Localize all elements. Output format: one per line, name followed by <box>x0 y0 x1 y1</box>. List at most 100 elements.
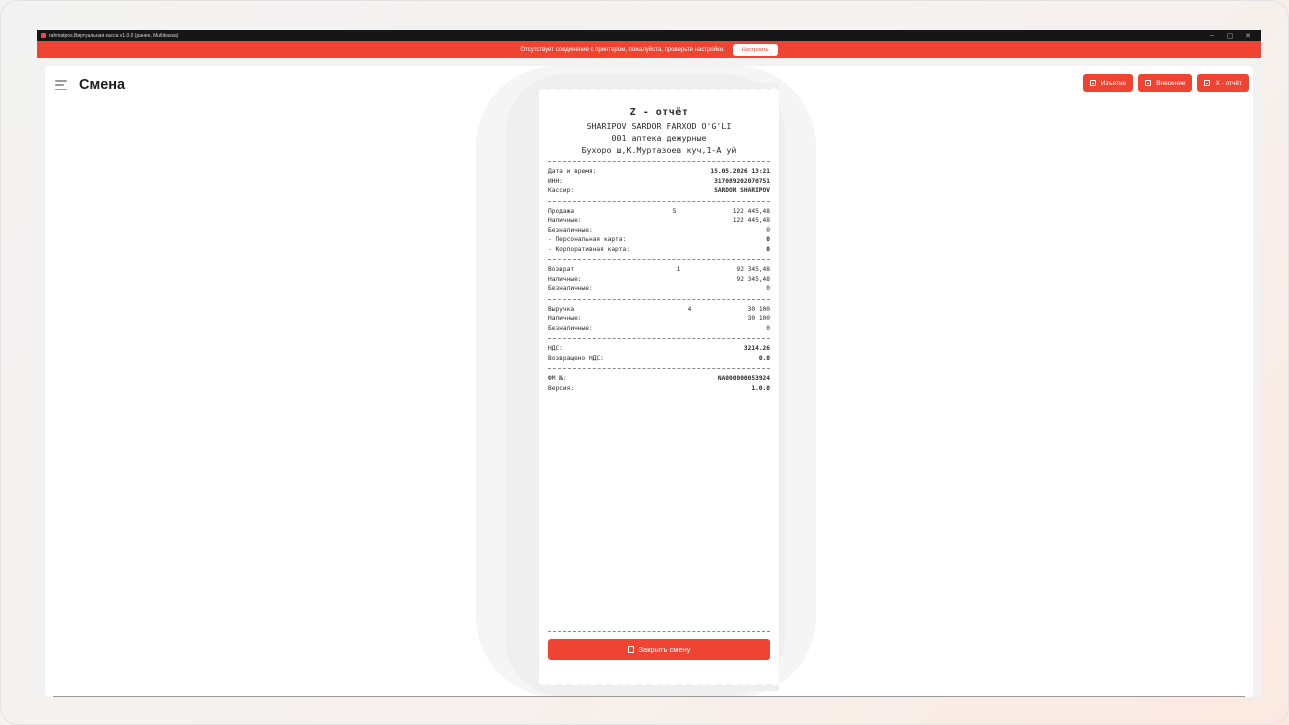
row-label: Дата и время: <box>548 168 597 175</box>
row-value: 317089202070751 <box>714 177 770 185</box>
receipt-row: Безналичные: 0 <box>539 284 779 294</box>
row-value: 122 445,48 <box>732 207 770 215</box>
receipt-zigzag-bottom <box>539 684 779 691</box>
row-label: Безналичные: <box>548 226 593 234</box>
row-label: Выручка <box>548 305 575 313</box>
window-titlebar: rahmatpos.Виртуальная касса v1.0.0 (ране… <box>37 30 1261 41</box>
row-value: 0 <box>766 236 770 243</box>
row-label: Возврат <box>548 266 575 273</box>
page-title: Смена <box>79 77 126 93</box>
row-value: 30 100 <box>747 315 770 322</box>
receipt-row: НДС: 3214.26 <box>539 344 779 354</box>
row-value: 3214.26 <box>743 345 770 352</box>
receipt-row: Возвращено НДС: 0.0 <box>539 354 779 364</box>
receipt-zigzag-top <box>539 83 779 90</box>
receipt-divider <box>548 631 770 632</box>
receipt-row: Продажа 5 122 445,48 <box>539 207 779 217</box>
cash-icon <box>1145 80 1152 86</box>
x-report-button[interactable]: X - отчёт <box>1197 74 1249 92</box>
receipt-row: Выручка 4 30 100 <box>539 305 779 315</box>
receipt-row: ИНН: 317089202070751 <box>539 177 779 187</box>
report-icon <box>1204 80 1211 86</box>
withdrawal-button[interactable]: Изъятие <box>1082 74 1134 92</box>
row-label: Наличные: <box>548 217 582 224</box>
cash-icon <box>1089 80 1096 86</box>
row-label: Версия: <box>548 384 575 392</box>
close-icon[interactable]: ✕ <box>1239 32 1257 40</box>
receipt-row: - Корпоративная карта: 0 <box>539 245 779 255</box>
receipt-row: Кассир: SARDOR SHARIPOV <box>539 186 779 196</box>
row-count: 4 <box>687 305 692 313</box>
app-icon <box>41 33 46 38</box>
receipt-divider <box>548 298 770 300</box>
receipt-divider <box>548 368 770 369</box>
row-label: Кассир: <box>548 187 575 194</box>
minimize-icon[interactable]: – <box>1203 32 1221 39</box>
row-label: Продажа <box>548 207 575 215</box>
deposit-label: Внесение <box>1156 79 1186 87</box>
receipt-owner: SHARIPOV SARDOR FARXOD O'G'LI <box>586 121 732 131</box>
row-label: - Персональная карта: <box>548 236 627 243</box>
close-shift-button[interactable]: Закрыть смену <box>548 639 770 660</box>
receipt-title: Z - отчёт <box>629 107 689 118</box>
row-value: SARDOR SHARIPOV <box>714 187 770 194</box>
receipt-row: Дата и время: 15.05.2026 13:21 <box>539 167 779 177</box>
receipt-row: Возврат 1 92 345,48 <box>539 265 779 275</box>
receipt-icon <box>627 646 634 653</box>
window-title: rahmatpos.Виртуальная касса v1.0.0 (ране… <box>49 32 179 39</box>
row-value: 15.05.2026 13:21 <box>710 168 770 175</box>
receipt-row: Безналичные: 0 <box>539 324 779 334</box>
receipt-row: Безналичные: 0 <box>539 226 779 236</box>
printer-alert-bar: Отсутствует соединение с принтером, пожа… <box>37 41 1261 58</box>
receipt-row: - Персональная карта: 0 <box>539 235 779 245</box>
receipt-store: 001 аптека дежурные <box>611 133 707 143</box>
row-label: Возвращено НДС: <box>548 354 604 362</box>
alert-message: Отсутствует соединение с принтером, пожа… <box>520 46 725 53</box>
row-value: 0 <box>766 245 770 253</box>
close-shift-label: Закрыть смену <box>638 645 691 654</box>
receipt-divider <box>548 338 770 339</box>
row-label: - Корпоративная карта: <box>548 245 630 253</box>
hamburger-menu-icon[interactable] <box>55 80 67 90</box>
withdrawal-label: Изъятие <box>1100 79 1127 87</box>
z-report-receipt: Z - отчёт SHARIPOV SARDOR FARXOD O'G'LI … <box>539 83 779 691</box>
row-label: Наличные: <box>548 275 582 283</box>
main-content: Смена Изъятие Внесение X - отчёт Z - отч… <box>45 66 1253 697</box>
receipt-divider <box>548 259 770 260</box>
row-value: 0 <box>766 226 770 234</box>
receipt-address: Бухоро ш,К.Муртазоев куч,1-А уй <box>581 145 737 155</box>
header-actions: Изъятие Внесение X - отчёт <box>1082 74 1249 92</box>
row-value: 0 <box>766 324 770 332</box>
app-window: rahmatpos.Виртуальная касса v1.0.0 (ране… <box>37 30 1261 697</box>
row-label: Безналичные: <box>548 285 593 292</box>
receipt-row: ФМ №: NA000000053924 <box>539 374 779 384</box>
receipt-row: Наличные: 92 345,48 <box>539 275 779 285</box>
row-value: 92 345,48 <box>736 275 770 283</box>
x-report-label: X - отчёт <box>1215 79 1242 87</box>
maximize-icon[interactable]: ▢ <box>1221 32 1239 40</box>
receipt-divider <box>548 200 770 202</box>
configure-button[interactable]: Настроить <box>732 43 778 56</box>
row-label: Безналичные: <box>548 324 593 332</box>
content-bottom-border <box>53 696 1245 697</box>
row-value: 1.0.0 <box>751 384 770 392</box>
row-value: 30 100 <box>747 305 770 313</box>
row-count: 5 <box>672 207 677 215</box>
row-label: НДС: <box>548 345 563 352</box>
row-value: NA000000053924 <box>717 375 770 382</box>
row-label: Наличные: <box>548 315 582 322</box>
receipt-row: Версия: 1.0.0 <box>539 384 779 394</box>
row-label: ИНН: <box>548 177 563 185</box>
receipt-row: Наличные: 30 100 <box>539 314 779 324</box>
row-value: 0 <box>766 285 770 292</box>
page-header: Смена <box>55 77 125 93</box>
receipt-row: Наличные: 122 445,48 <box>539 216 779 226</box>
row-count: 1 <box>676 266 681 273</box>
row-label: ФМ №: <box>548 375 567 382</box>
receipt-divider <box>548 161 770 162</box>
row-value: 0.0 <box>758 354 770 362</box>
receipt-header: Z - отчёт SHARIPOV SARDOR FARXOD O'G'LI … <box>539 89 779 156</box>
row-value: 122 445,48 <box>732 217 770 224</box>
deposit-button[interactable]: Внесение <box>1138 74 1193 92</box>
row-value: 92 345,48 <box>736 266 770 273</box>
